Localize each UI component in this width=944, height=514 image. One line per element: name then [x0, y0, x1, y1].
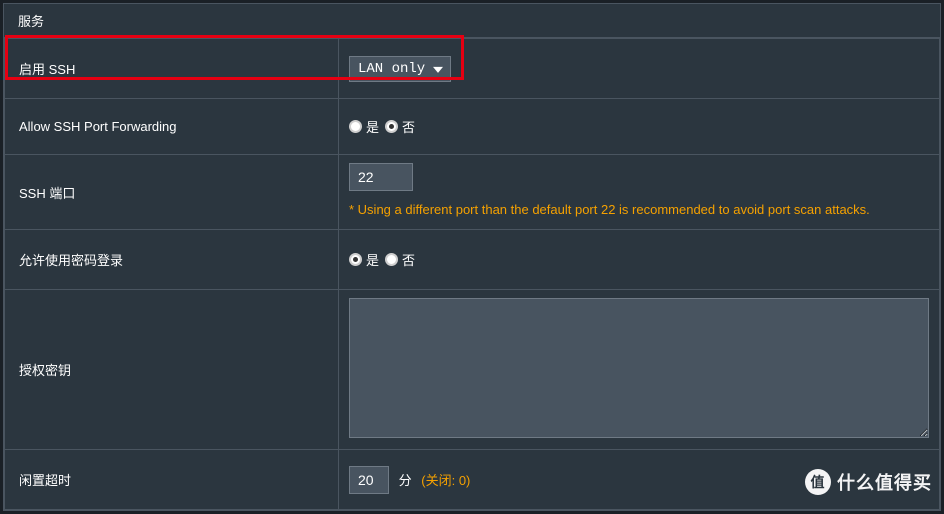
idle-timeout-closed-note: (关闭: 0) — [421, 473, 470, 488]
port-forwarding-no[interactable]: 否 — [385, 117, 415, 136]
auth-key-textarea[interactable] — [349, 298, 929, 438]
password-login-yes[interactable]: 是 — [349, 250, 379, 269]
row-ssh-port: SSH 端口 * Using a different port than the… — [5, 155, 940, 230]
password-login-no[interactable]: 否 — [385, 250, 415, 269]
radio-no-label: 否 — [402, 250, 415, 269]
ssh-port-input[interactable] — [349, 163, 413, 191]
radio-yes-label: 是 — [366, 250, 379, 269]
radio-icon — [385, 120, 398, 133]
row-port-forwarding: Allow SSH Port Forwarding 是 否 — [5, 99, 940, 155]
password-login-radio-group: 是 否 — [349, 250, 929, 269]
radio-icon — [349, 253, 362, 266]
settings-table: 启用 SSH LAN only Allow SSH Port Forwardin… — [4, 38, 940, 510]
services-panel: 服务 启用 SSH LAN only Allow SSH Port Forwar… — [3, 3, 941, 511]
auth-key-value-cell — [339, 290, 940, 450]
port-forwarding-radio-group: 是 否 — [349, 117, 929, 136]
idle-timeout-input[interactable] — [349, 466, 389, 494]
enable-ssh-select[interactable]: LAN only — [349, 56, 451, 82]
ssh-port-hint: * Using a different port than the defaul… — [349, 199, 929, 221]
port-forwarding-yes[interactable]: 是 — [349, 117, 379, 136]
password-login-label: 允许使用密码登录 — [5, 230, 339, 290]
radio-yes-label: 是 — [366, 117, 379, 136]
radio-no-label: 否 — [402, 117, 415, 136]
port-forwarding-value-cell: 是 否 — [339, 99, 940, 155]
row-auth-key: 授权密钥 — [5, 290, 940, 450]
enable-ssh-select-wrap: LAN only — [349, 56, 451, 82]
watermark-text: 什么值得买 — [837, 469, 932, 495]
idle-timeout-label: 闲置超时 — [5, 450, 339, 510]
radio-icon — [385, 253, 398, 266]
port-forwarding-label: Allow SSH Port Forwarding — [5, 99, 339, 155]
row-enable-ssh: 启用 SSH LAN only — [5, 39, 940, 99]
enable-ssh-label: 启用 SSH — [5, 39, 339, 99]
watermark: 值 什么值得买 — [805, 469, 932, 495]
enable-ssh-value-cell: LAN only — [339, 39, 940, 99]
ssh-port-value-cell: * Using a different port than the defaul… — [339, 155, 940, 230]
radio-icon — [349, 120, 362, 133]
password-login-value-cell: 是 否 — [339, 230, 940, 290]
auth-key-label: 授权密钥 — [5, 290, 339, 450]
idle-timeout-unit: 分 — [399, 473, 412, 488]
panel-title: 服务 — [4, 4, 940, 38]
row-password-login: 允许使用密码登录 是 否 — [5, 230, 940, 290]
ssh-port-label: SSH 端口 — [5, 155, 339, 230]
watermark-badge-icon: 值 — [805, 469, 831, 495]
row-idle-timeout: 闲置超时 分 (关闭: 0) — [5, 450, 940, 510]
